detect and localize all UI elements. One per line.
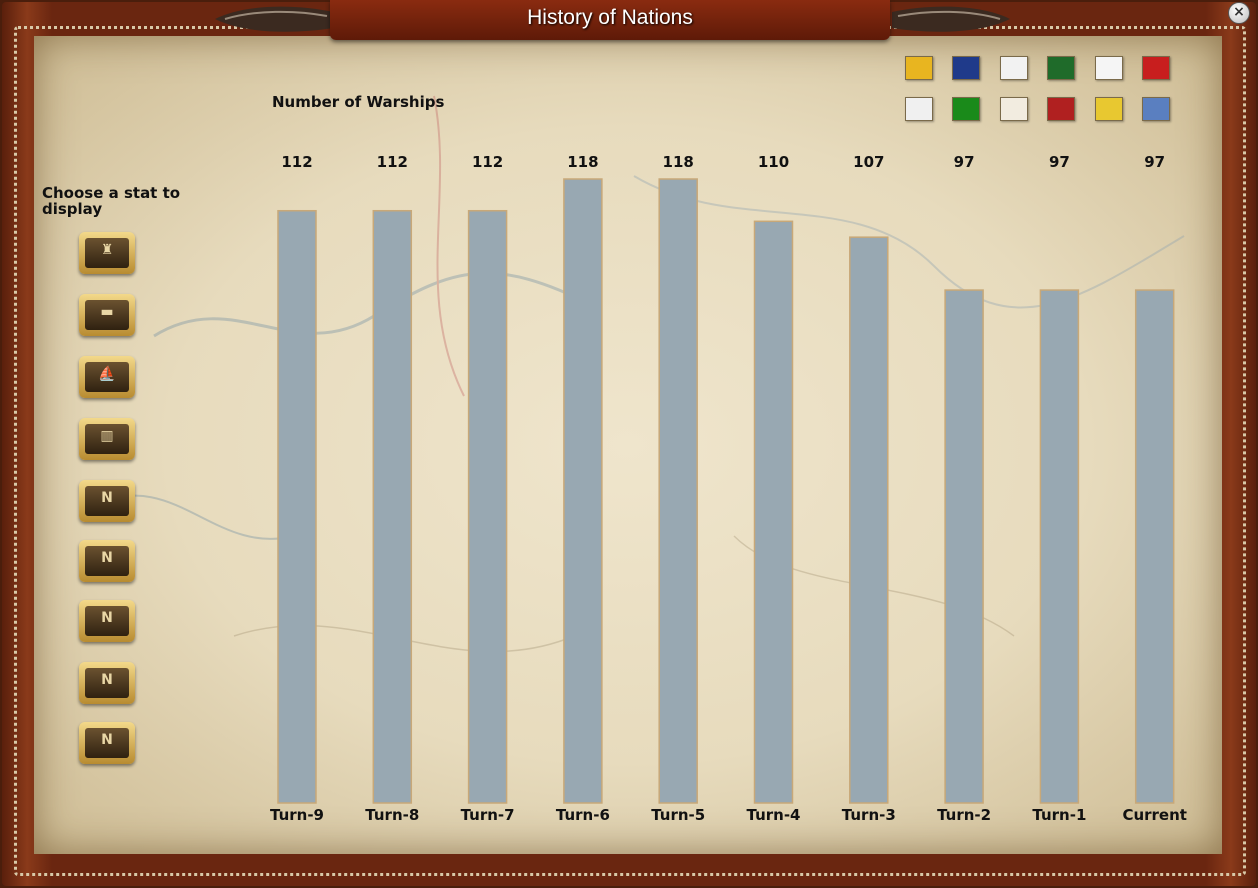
bar-turn-3 xyxy=(849,236,889,804)
category-label-turn-5: Turn-5 xyxy=(651,806,705,824)
value-label-turn-3: 107 xyxy=(853,153,884,171)
category-label-turn-2: Turn-2 xyxy=(937,806,991,824)
category-label-turn-4: Turn-4 xyxy=(746,806,800,824)
category-label-turn-3: Turn-3 xyxy=(842,806,896,824)
category-label-turn-1: Turn-1 xyxy=(1032,806,1086,824)
value-label-turn-4: 110 xyxy=(758,153,789,171)
bar-turn-7 xyxy=(467,209,508,804)
value-label-turn-2: 97 xyxy=(954,153,975,171)
bar-turn-8 xyxy=(372,209,413,804)
bar-current xyxy=(1134,289,1175,804)
category-label-turn-9: Turn-9 xyxy=(270,806,324,824)
category-label-turn-8: Turn-8 xyxy=(365,806,419,824)
bar-turn-6 xyxy=(563,178,603,804)
bar-turn-9 xyxy=(277,209,317,804)
bar-turn-2 xyxy=(944,289,984,804)
bar-turn-4 xyxy=(753,220,794,804)
value-label-turn-8: 112 xyxy=(377,153,408,171)
value-label-turn-7: 112 xyxy=(472,153,503,171)
history-of-nations-window: History of Nations × Choose a stat to di… xyxy=(0,0,1258,888)
category-label-turn-7: Turn-7 xyxy=(461,806,515,824)
value-label-current: 97 xyxy=(1144,153,1165,171)
category-label-turn-6: Turn-6 xyxy=(556,806,610,824)
bar-turn-1 xyxy=(1039,289,1080,804)
value-label-turn-1: 97 xyxy=(1049,153,1070,171)
category-label-current: Current xyxy=(1122,806,1187,824)
value-label-turn-9: 112 xyxy=(281,153,312,171)
value-label-turn-5: 118 xyxy=(663,153,694,171)
warships-bar-chart: 112 Turn-9 112 Turn-8 112 Turn-7 118 Turn-6 118 T… xyxy=(270,153,1187,824)
value-label-turn-6: 118 xyxy=(567,153,598,171)
bar-turn-5 xyxy=(658,178,698,804)
